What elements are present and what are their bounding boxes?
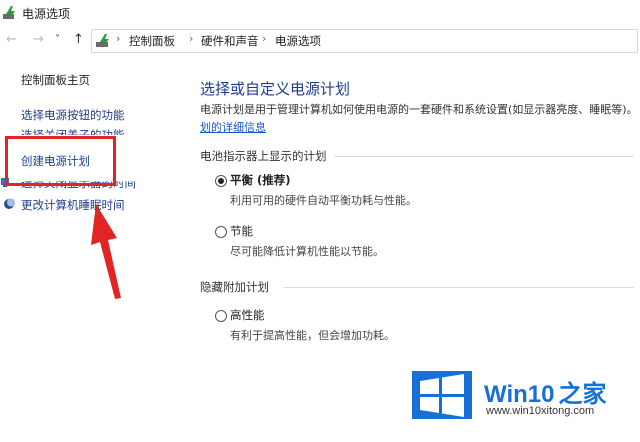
radio-selected-dot [218, 178, 224, 184]
balanced-plan-name[interactable]: 平衡 (推荐) [230, 172, 291, 188]
navigation-bar: ← → ˅ ↑ › 控制面板 › 硬件和声音 › 电源选项 [0, 29, 640, 53]
watermark-url: www.win10xitong.com [486, 405, 595, 417]
plan-details-link[interactable]: 划的详细信息 [200, 119, 266, 135]
battery-plans-group-title: 电池指示器上显示的计划 [200, 149, 327, 163]
breadcrumb-control-panel[interactable]: 控制面板 [129, 33, 175, 49]
breadcrumb-separator: › [189, 32, 194, 45]
control-panel-icon [96, 34, 109, 48]
hidden-plans-group-title[interactable]: 隐藏附加计划 [200, 279, 269, 295]
recent-locations-dropdown[interactable]: ˅ [55, 32, 60, 48]
high-performance-plan-name[interactable]: 高性能 [230, 307, 265, 323]
power-saver-plan-name[interactable]: 节能 [230, 223, 253, 239]
breadcrumb-separator: › [116, 32, 121, 45]
highlight-box [5, 136, 116, 186]
watermark-brand-name: Win10 [484, 381, 555, 408]
watermark-brand-suffix: 之家 [558, 381, 607, 408]
page-title: 选择或自定义电源计划 [200, 80, 351, 98]
windows-logo-icon [412, 371, 472, 419]
breadcrumb-hardware-sound[interactable]: 硬件和声音 [201, 33, 259, 49]
address-bar[interactable]: › 控制面板 › 硬件和声音 › 电源选项 [91, 29, 638, 53]
red-arrow-annotation [91, 204, 121, 299]
high-performance-plan-desc: 有利于提高性能，但会增加功耗。 [230, 329, 395, 342]
high-performance-plan-radio[interactable] [215, 310, 227, 322]
sidebar-item-power-button[interactable]: 选择电源按钮的功能 [21, 107, 125, 123]
breadcrumb-power-options[interactable]: 电源选项 [275, 33, 321, 49]
sidebar-home-link[interactable]: 控制面板主页 [21, 72, 90, 88]
page-description: 电源计划是用于管理计算机如何使用电源的一套硬件和系统设置(如显示器亮度、睡眠等)… [200, 103, 638, 116]
back-button[interactable]: ← [6, 32, 17, 48]
window-title: 电源选项 [22, 7, 71, 21]
balanced-plan-desc: 利用可用的硬件自动平衡功耗与性能。 [230, 194, 417, 207]
group-divider [334, 156, 634, 157]
breadcrumb-separator: › [262, 32, 267, 45]
watermark-brand: Win10 之家 [484, 374, 606, 409]
power-options-icon [3, 6, 15, 20]
group-divider [284, 287, 634, 288]
forward-button[interactable]: → [33, 32, 44, 48]
power-saver-plan-desc: 尽可能降低计算机性能以节能。 [230, 245, 384, 258]
balanced-plan-radio[interactable] [215, 175, 227, 187]
sleep-icon [4, 198, 15, 209]
up-button[interactable]: ↑ [73, 32, 84, 48]
power-saver-plan-radio[interactable] [215, 226, 227, 238]
title-bar: 电源选项 [0, 0, 640, 26]
